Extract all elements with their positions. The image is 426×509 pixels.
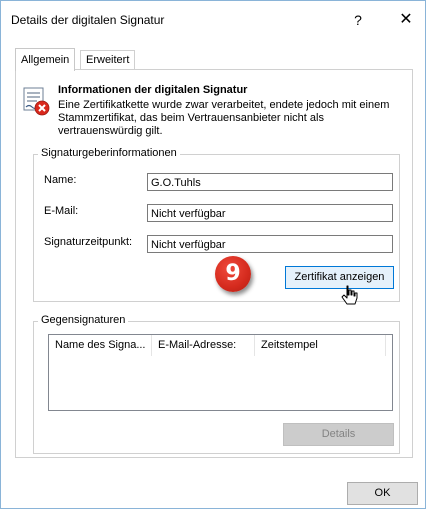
- name-field[interactable]: G.O.Tuhls: [147, 173, 393, 191]
- signing-time-field[interactable]: Nicht verfügbar: [147, 235, 393, 253]
- column-header-timestamp[interactable]: Zeitstempel: [255, 335, 385, 356]
- tab-allgemein[interactable]: Allgemein: [15, 48, 76, 71]
- close-button[interactable]: ✕: [393, 9, 419, 31]
- window-title: Details der digitalen Signatur: [11, 13, 165, 27]
- signature-details-dialog: Details der digitalen Signatur ? ✕ Allge…: [0, 0, 426, 509]
- certificate-error-icon: [23, 87, 50, 116]
- details-button[interactable]: Details: [283, 423, 394, 446]
- help-button[interactable]: ?: [346, 9, 370, 31]
- name-label: Name:: [44, 174, 77, 186]
- column-divider[interactable]: [385, 335, 386, 356]
- info-text: Eine Zertifikatkette wurde zwar verarbei…: [58, 99, 390, 137]
- email-label: E-Mail:: [44, 205, 79, 217]
- mouse-pointer-icon: [341, 285, 358, 305]
- tab-erweitert[interactable]: Erweitert: [80, 50, 136, 70]
- view-certificate-button[interactable]: Zertifikat anzeigen: [285, 266, 394, 289]
- signing-time-label: Signaturzeitpunkt:: [44, 236, 133, 248]
- column-header-email[interactable]: E-Mail-Adresse:: [152, 335, 254, 356]
- step-number-badge: 9: [215, 256, 251, 292]
- column-header-signer-name[interactable]: Name des Signa...: [49, 335, 151, 356]
- ok-button[interactable]: OK: [347, 482, 418, 505]
- countersignatures-list[interactable]: Name des Signa... E-Mail-Adresse: Zeitst…: [48, 334, 393, 411]
- countersignatures-label: Gegensignaturen: [38, 314, 129, 326]
- info-heading: Informationen der digitalen Signatur: [58, 84, 248, 96]
- email-field[interactable]: Nicht verfügbar: [147, 204, 393, 222]
- signer-info-label: Signaturgeberinformationen: [38, 147, 180, 159]
- title-bar: Details der digitalen Signatur ? ✕: [1, 1, 425, 39]
